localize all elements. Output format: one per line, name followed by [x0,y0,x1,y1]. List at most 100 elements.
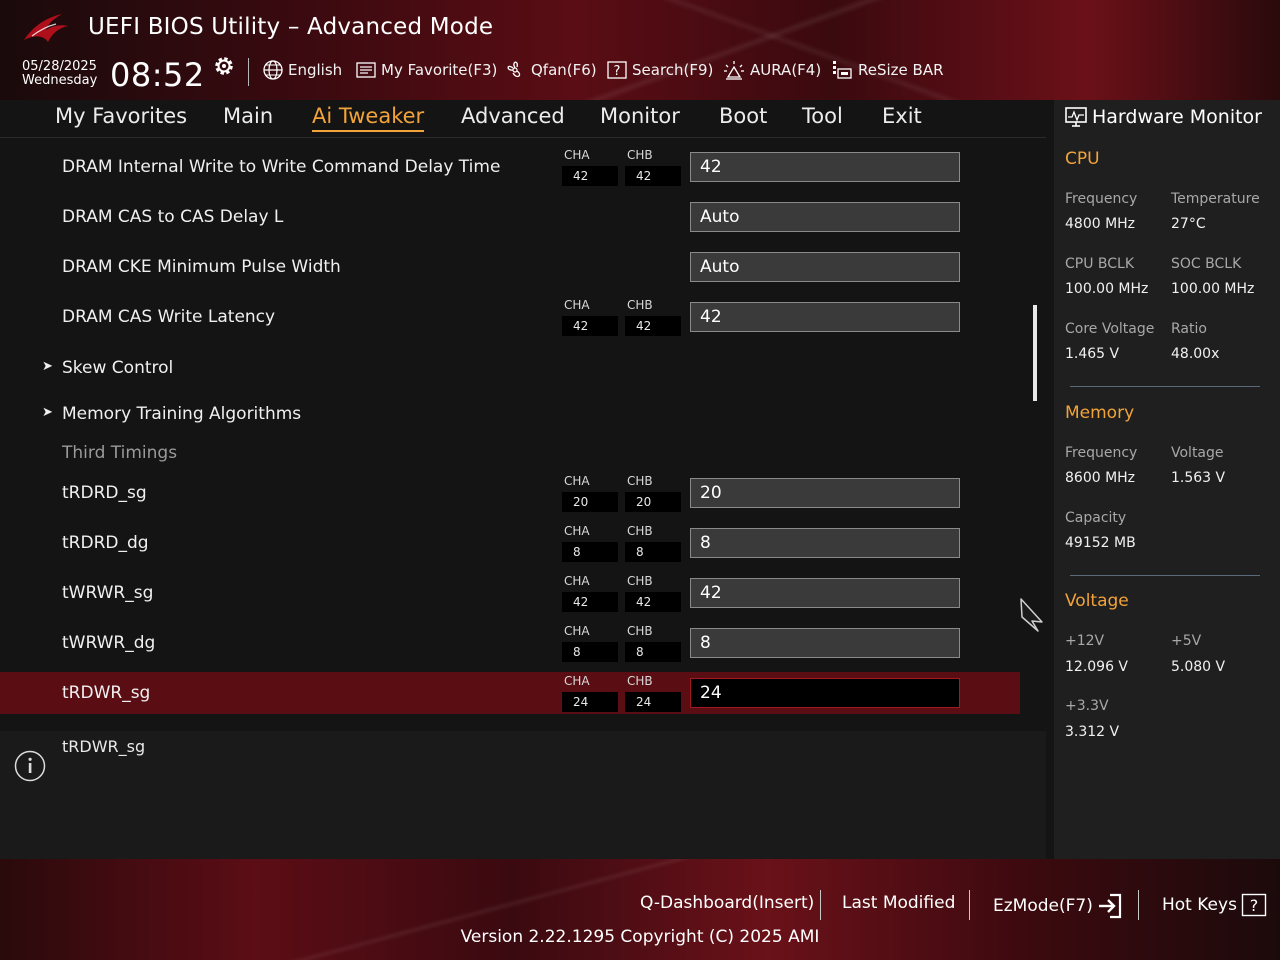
submenu-arrow-icon: ➤ [42,359,53,374]
footer-divider [820,890,821,920]
setting-row[interactable]: DRAM CKE Minimum Pulse Width Auto [0,246,1020,288]
hardware-monitor-title: Hardware Monitor [1064,106,1262,128]
weekday-text: Wednesday [22,73,98,88]
channel-a-label: CHA [564,148,590,162]
ratio-value: 48.00x [1171,346,1220,362]
tab-tool[interactable]: Tool [802,104,843,128]
channel-a-value: 8 [562,642,618,662]
language-button[interactable]: English [262,58,342,82]
submenu-memory-training[interactable]: ➤ Memory Training Algorithms [0,393,1020,435]
hot-keys-button[interactable]: Hot Keys ? [1162,893,1267,917]
channel-a-readout: CHA 42 [562,298,618,336]
setting-label: tRDWR_sg [62,683,151,703]
search-button[interactable]: ? Search(F9) [606,58,713,82]
setting-label: DRAM CAS to CAS Delay L [62,207,284,227]
info-icon [14,750,46,782]
channel-a-value: 42 [562,316,618,336]
section-heading: Third Timings [62,443,178,463]
cpu-frequency-value: 4800 MHz [1065,216,1136,232]
setting-row[interactable]: tWRWR_dg CHA 8 CHB 8 8 [0,622,1020,664]
tab-boot[interactable]: Boot [719,104,767,128]
setting-value-input[interactable]: 8 [690,528,960,558]
tab-exit[interactable]: Exit [882,104,922,128]
voltage-heading: Voltage [1065,591,1129,611]
window-title: UEFI BIOS Utility – Advanced Mode [88,14,494,40]
setting-row[interactable]: DRAM CAS to CAS Delay L Auto [0,196,1020,238]
setting-value-input[interactable]: 42 [690,152,960,182]
my-favorite-button[interactable]: My Favorite(F3) [355,58,497,82]
v12-label: +12V [1065,633,1105,649]
aura-light-icon [724,61,744,80]
q-dashboard-button[interactable]: Q-Dashboard(Insert) [640,893,814,913]
setting-label: DRAM CAS Write Latency [62,307,276,327]
tab-monitor[interactable]: Monitor [600,104,680,128]
settings-gear-icon[interactable] [212,54,236,78]
setting-row[interactable]: tWRWR_sg CHA 42 CHB 42 42 [0,572,1020,614]
channel-b-readout: CHB 20 [625,474,681,512]
qfan-label: Qfan(F6) [531,61,597,79]
setting-value-input[interactable]: 8 [690,628,960,658]
channel-b-label: CHB [627,298,653,312]
setting-row-selected[interactable]: tRDWR_sg CHA 24 CHB 24 24 [0,672,1020,714]
channel-b-readout: CHB 42 [625,298,681,336]
setting-label: DRAM CKE Minimum Pulse Width [62,257,341,277]
setting-row[interactable]: DRAM CAS Write Latency CHA 42 CHB 42 42 [0,296,1020,338]
channel-a-value: 20 [562,492,618,512]
cpu-heading: CPU [1065,149,1100,169]
setting-value-input[interactable]: Auto [690,202,960,232]
ezmode-label: EzMode(F7) [993,896,1093,916]
date-text: 05/28/2025 [22,59,97,74]
setting-value-input[interactable]: 42 [690,578,960,608]
channel-b-label: CHB [627,574,653,588]
channel-b-readout: CHB 8 [625,524,681,562]
qfan-button[interactable]: Qfan(F6) [503,58,597,82]
memory-frequency-label: Frequency [1065,445,1138,461]
setting-label: tRDRD_dg [62,533,149,553]
core-voltage-label: Core Voltage [1065,321,1155,337]
svg-text:?: ? [1250,896,1259,915]
memory-heading: Memory [1065,403,1135,423]
language-label: English [288,61,343,79]
tab-my-favorites[interactable]: My Favorites [55,104,187,128]
setting-row[interactable]: DRAM Internal Write to Write Command Del… [0,146,1020,188]
channel-a-readout: CHA 24 [562,674,618,712]
setting-value-input[interactable]: Auto [690,252,960,282]
setting-row[interactable]: tRDRD_sg CHA 20 CHB 20 20 [0,472,1020,514]
tab-ai-tweaker[interactable]: Ai Tweaker [312,104,425,132]
rog-logo-icon [24,14,68,42]
channel-a-readout: CHA 42 [562,148,618,186]
resize-bar-button[interactable]: ReSize BAR [830,58,944,82]
cpu-temperature-value: 27°C [1171,216,1206,232]
tab-main[interactable]: Main [223,104,273,128]
setting-label: tWRWR_dg [62,633,156,653]
clock-time: 08:52 [110,56,205,94]
resize-bar-label: ReSize BAR [858,61,944,79]
setting-row[interactable]: tRDRD_dg CHA 8 CHB 8 8 [0,522,1020,564]
setting-value-input[interactable]: 20 [690,478,960,508]
tab-advanced[interactable]: Advanced [461,104,565,128]
memory-capacity-value: 49152 MB [1065,535,1136,551]
last-modified-button[interactable]: Last Modified [842,893,955,913]
exit-to-ezmode-icon [1098,893,1121,919]
footer-divider [1138,890,1139,920]
toolbar-divider [248,58,249,86]
channel-a-value: 24 [562,692,618,712]
memory-frequency-value: 8600 MHz [1065,470,1136,486]
ezmode-button[interactable]: EzMode(F7) [993,893,1124,919]
channel-a-value: 8 [562,542,618,562]
channel-b-label: CHB [627,474,653,488]
channel-b-value: 42 [625,166,681,186]
setting-value-input[interactable]: 42 [690,302,960,332]
submenu-label: Memory Training Algorithms [62,404,302,424]
v12-value: 12.096 V [1065,659,1129,675]
aura-button[interactable]: AURA(F4) [722,58,821,82]
submenu-skew-control[interactable]: ➤ Skew Control [0,347,1020,389]
setting-value-input-active[interactable]: 24 [690,678,960,708]
help-text: tRDWR_sg [62,737,146,756]
settings-scrollbar[interactable] [1033,305,1037,401]
v5-label: +5V [1171,633,1202,649]
aura-label: AURA(F4) [750,61,822,79]
channel-b-readout: CHB 42 [625,148,681,186]
v5-value: 5.080 V [1171,659,1226,675]
channel-a-label: CHA [564,624,590,638]
